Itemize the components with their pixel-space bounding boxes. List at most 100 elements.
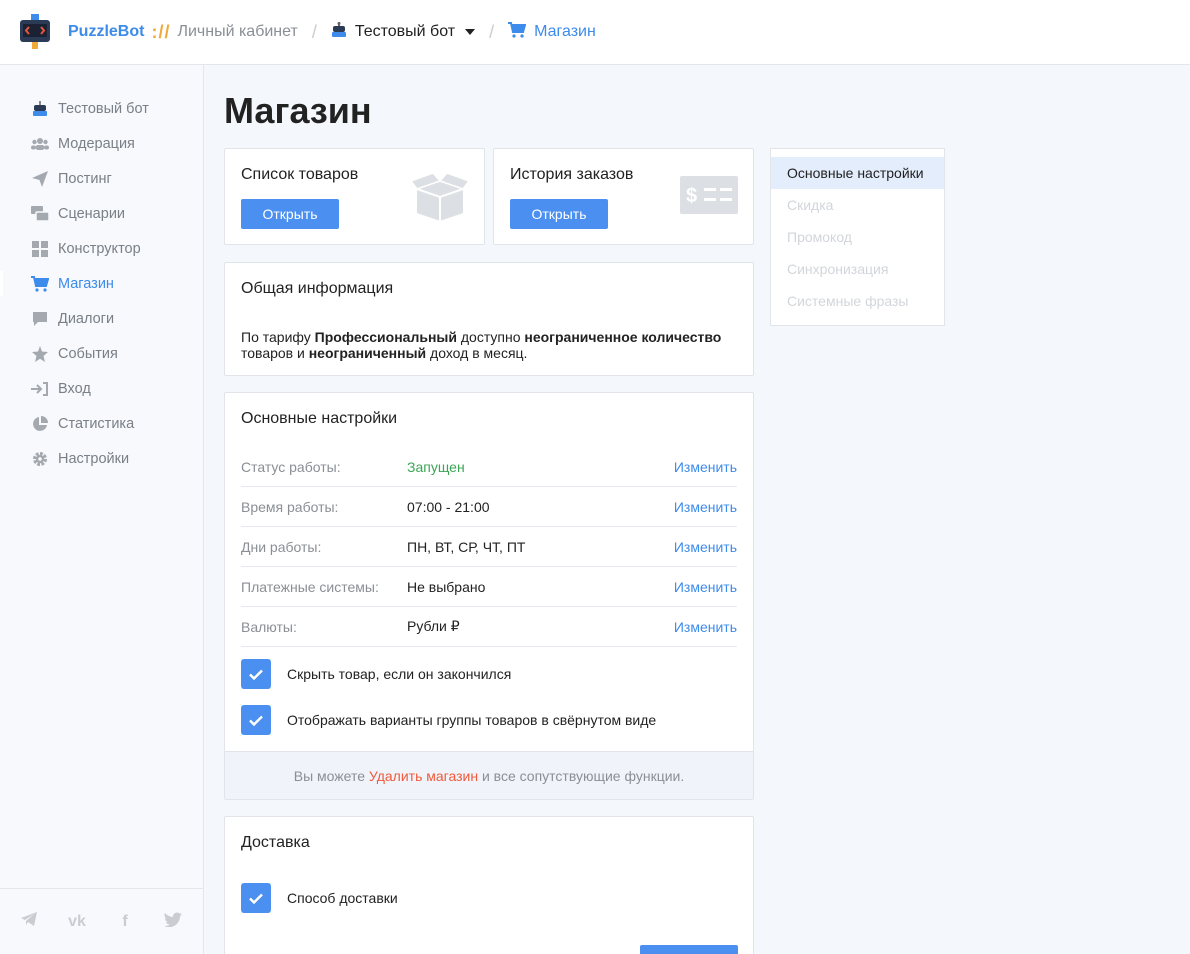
change-payment-link[interactable]: Изменить: [674, 579, 737, 595]
sidebar-item-shop[interactable]: Магазин: [0, 266, 203, 301]
row-label: Статус работы:: [241, 458, 341, 475]
sidebar-item-settings[interactable]: Настройки: [0, 441, 203, 476]
telegram-icon[interactable]: [20, 912, 38, 931]
sidebar-item-bot[interactable]: Тестовый бот: [0, 91, 203, 126]
sidebar-item-label: Статистика: [58, 415, 135, 432]
sidebar-item-dialogs[interactable]: Диалоги: [0, 301, 203, 336]
sidebar-item-login[interactable]: Вход: [0, 371, 203, 406]
star-icon: [31, 345, 49, 363]
delivery-method-option: Способ доставки: [241, 883, 398, 913]
breadcrumb-divider: /: [489, 21, 495, 42]
chevron-down-icon: [465, 29, 476, 35]
payment-value: Не выбрано: [407, 578, 486, 595]
general-info-card: Общая информация По тарифу Профессиональ…: [224, 262, 754, 376]
page-title: Магазин: [224, 90, 372, 131]
brand-name[interactable]: PuzzleBot: [68, 23, 144, 41]
checkbox-label: Способ доставки: [287, 890, 398, 906]
bot-name: Тестовый бот: [354, 23, 456, 40]
breadcrumb-cabinet[interactable]: Личный кабинет: [177, 23, 297, 41]
bot-icon: [31, 100, 49, 118]
chat-icon: [31, 310, 49, 328]
days-value: ПН, ВТ, СР, ЧТ, ПТ: [407, 538, 526, 555]
check-icon: [249, 893, 263, 904]
box-icon: [409, 171, 471, 224]
status-value: Запущен: [407, 458, 465, 475]
vk-icon[interactable]: vk: [68, 913, 86, 931]
section-nav-discount[interactable]: Скидка: [771, 189, 944, 221]
section-nav-system-phrases[interactable]: Системные фразы: [771, 285, 944, 317]
sidebar-item-constructor[interactable]: Конструктор: [0, 231, 203, 266]
scenario-icon: [31, 205, 49, 223]
hours-value: 07:00 - 21:00: [407, 498, 490, 515]
section-nav-promocode[interactable]: Промокод: [771, 221, 944, 253]
settings-row-currency: Валюты: Рубли ₽ Изменить: [241, 607, 737, 647]
sidebar-item-label: Конструктор: [58, 240, 141, 257]
change-status-link[interactable]: Изменить: [674, 459, 737, 475]
top-header: PuzzleBot :// Личный кабинет / Тестовый …: [0, 0, 1190, 65]
settings-row-hours: Время работы: 07:00 - 21:00 Изменить: [241, 487, 737, 527]
twitter-icon[interactable]: [164, 912, 182, 932]
open-orders-button[interactable]: Открыть: [510, 199, 608, 229]
row-label: Дни работы:: [241, 538, 322, 555]
check-icon: [249, 669, 263, 680]
facebook-icon[interactable]: f: [116, 913, 134, 931]
orders-card: История заказов Открыть $: [493, 148, 754, 245]
hide-out-of-stock-checkbox[interactable]: [241, 659, 271, 689]
grid-icon: [31, 240, 49, 258]
sidebar-item-label: Модерация: [58, 135, 135, 152]
main-settings-title: Основные настройки: [241, 410, 398, 427]
sign-in-icon: [31, 380, 49, 398]
sidebar: Тестовый бот Модерация Постинг Сценарии …: [0, 65, 204, 954]
delivery-method-checkbox[interactable]: [241, 883, 271, 913]
bot-selector-dropdown[interactable]: Тестовый бот: [331, 21, 476, 43]
bot-icon: [331, 21, 347, 43]
settings-row-payment: Платежные системы: Не выбрано Изменить: [241, 567, 737, 607]
row-label: Время работы:: [241, 498, 339, 515]
sidebar-item-posting[interactable]: Постинг: [0, 161, 203, 196]
section-nav-main-settings[interactable]: Основные настройки: [771, 157, 944, 189]
sidebar-item-label: Диалоги: [58, 310, 115, 327]
sidebar-item-events[interactable]: События: [0, 336, 203, 371]
settings-row-days: Дни работы: ПН, ВТ, СР, ЧТ, ПТ Изменить: [241, 527, 737, 567]
sidebar-item-scenarios[interactable]: Сценарии: [0, 196, 203, 231]
delivery-card: Доставка Способ доставки: [224, 816, 754, 954]
sidebar-item-statistics[interactable]: Статистика: [0, 406, 203, 441]
gear-icon: [31, 450, 49, 468]
change-hours-link[interactable]: Изменить: [674, 499, 737, 515]
svg-text:$: $: [686, 185, 697, 207]
users-icon: [31, 135, 49, 153]
change-currency-link[interactable]: Изменить: [674, 619, 737, 635]
puzzlebot-logo[interactable]: [20, 14, 50, 50]
plan-name: Профессиональный: [314, 329, 457, 345]
sidebar-item-label: Сценарии: [58, 205, 126, 222]
collapse-variants-checkbox[interactable]: [241, 705, 271, 735]
collapse-variants-option: Отображать варианты группы товаров в свё…: [241, 705, 656, 735]
main-settings-card: Основные настройки Статус работы: Запуще…: [224, 392, 754, 800]
change-days-link[interactable]: Изменить: [674, 539, 737, 555]
section-nav-sync[interactable]: Синхронизация: [771, 253, 944, 285]
sidebar-item-label: Магазин: [58, 275, 114, 292]
products-card-title: Список товаров: [241, 166, 359, 183]
social-links: vk f: [0, 888, 203, 954]
check-icon: [249, 715, 263, 726]
sidebar-item-label: Тестовый бот: [58, 100, 149, 117]
delivery-action-button[interactable]: [640, 945, 738, 954]
cart-icon: [31, 275, 49, 293]
section-nav: Основные настройки Скидка Промокод Синхр…: [770, 148, 945, 326]
breadcrumb-shop-label: Магазин: [534, 23, 596, 40]
sidebar-item-label: Постинг: [58, 170, 112, 187]
currency-value: Рубли ₽: [407, 618, 460, 634]
sidebar-item-label: События: [58, 345, 118, 362]
sidebar-item-moderation[interactable]: Модерация: [0, 126, 203, 161]
delete-shop-notice: Вы можете Удалить магазин и все сопутств…: [225, 751, 753, 799]
sidebar-item-label: Настройки: [58, 450, 130, 467]
sidebar-item-label: Вход: [58, 380, 91, 397]
hide-out-of-stock-option: Скрыть товар, если он закончился: [241, 659, 511, 689]
breadcrumb-divider: /: [311, 21, 317, 42]
open-products-button[interactable]: Открыть: [241, 199, 339, 229]
delete-shop-link[interactable]: Удалить магазин: [369, 768, 478, 784]
paper-plane-icon: [31, 170, 49, 188]
cart-icon: [508, 21, 527, 43]
settings-row-status: Статус работы: Запущен Изменить: [241, 447, 737, 487]
breadcrumb-shop[interactable]: Магазин: [508, 21, 596, 43]
